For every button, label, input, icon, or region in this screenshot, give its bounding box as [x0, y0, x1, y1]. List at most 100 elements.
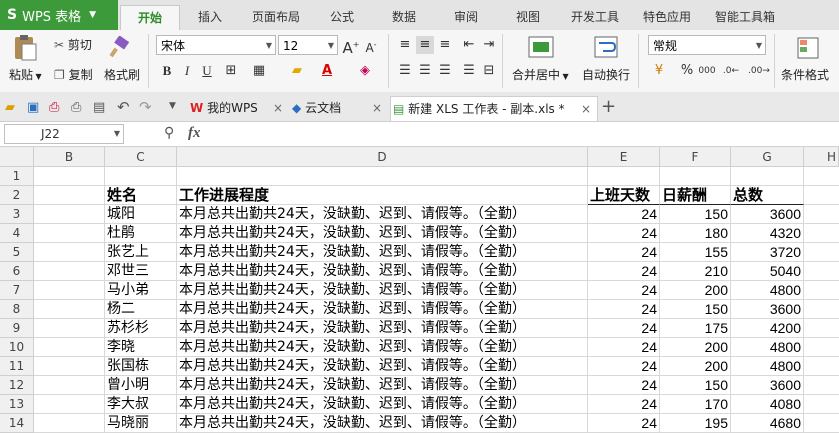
row-header[interactable]: 5	[0, 243, 34, 262]
column-header[interactable]: B	[34, 147, 105, 167]
cell[interactable]	[34, 395, 105, 414]
cell-name[interactable]: 张国栋	[105, 357, 177, 376]
header-cell-progress[interactable]: 工作进展程度	[177, 186, 588, 205]
cell-total[interactable]: 4800	[731, 338, 804, 357]
decrease-font-icon[interactable]: A-	[362, 36, 380, 55]
cell-total[interactable]: 3600	[731, 376, 804, 395]
row-header[interactable]: 12	[0, 376, 34, 395]
font-name-select[interactable]: 宋体 ▼	[156, 35, 276, 55]
cell[interactable]	[804, 281, 839, 300]
cell[interactable]	[34, 376, 105, 395]
tab-home[interactable]: 开始	[120, 5, 180, 31]
cell[interactable]	[804, 300, 839, 319]
wrap-text-icon[interactable]	[594, 36, 620, 60]
font-size-select[interactable]: 12 ▼	[278, 35, 338, 55]
tab-insert[interactable]: 插入	[186, 5, 234, 30]
print-icon[interactable]: ⎙	[71, 100, 81, 115]
tab-page-layout[interactable]: 页面布局	[240, 5, 312, 30]
name-box[interactable]: J22 ▼	[4, 124, 124, 144]
tab-data[interactable]: 数据	[380, 5, 428, 30]
new-tab-button[interactable]: +	[601, 96, 616, 117]
cell[interactable]	[731, 167, 804, 186]
cell-name[interactable]: 马小弟	[105, 281, 177, 300]
cell-total[interactable]: 4800	[731, 357, 804, 376]
merge-cells-icon[interactable]	[528, 36, 554, 60]
column-header[interactable]: D	[177, 147, 588, 167]
cell[interactable]	[34, 319, 105, 338]
cell-days[interactable]: 24	[588, 281, 660, 300]
align-bottom-icon[interactable]: ≡	[436, 36, 454, 54]
cell-total[interactable]: 4200	[731, 319, 804, 338]
cell-style-icon[interactable]: ▦	[250, 62, 268, 80]
font-color-icon[interactable]: A	[318, 62, 336, 80]
indent-decrease-icon[interactable]: ⇤	[460, 36, 478, 54]
app-menu-button[interactable]: S WPS 表格 ▼	[0, 0, 118, 30]
cell-days[interactable]: 24	[588, 262, 660, 281]
column-header[interactable]: H	[804, 147, 839, 167]
redo-icon[interactable]: ↷	[139, 98, 152, 116]
merge-center-button[interactable]: 合并居中 ▼	[512, 66, 569, 83]
cell-name[interactable]: 李大叔	[105, 395, 177, 414]
align-right-icon[interactable]: ☰	[436, 62, 454, 80]
doc-tab-active-workbook[interactable]: ▤ 新建 XLS 工作表 - 副本.xls * ×	[390, 96, 598, 121]
close-icon[interactable]: ×	[372, 96, 382, 120]
cell[interactable]	[34, 186, 105, 205]
cell[interactable]	[34, 205, 105, 224]
cell[interactable]	[177, 167, 588, 186]
align-middle-icon[interactable]: ≡	[416, 36, 434, 54]
cell[interactable]	[804, 338, 839, 357]
cell[interactable]	[804, 376, 839, 395]
align-left-icon[interactable]: ☰	[396, 62, 414, 80]
tab-formulas[interactable]: 公式	[318, 5, 366, 30]
cell-wage[interactable]: 200	[660, 357, 731, 376]
cell-progress[interactable]: 本月总共出勤共24天，没缺勤、迟到、请假等。（全勤）	[177, 319, 588, 338]
row-header[interactable]: 11	[0, 357, 34, 376]
cell-progress[interactable]: 本月总共出勤共24天，没缺勤、迟到、请假等。（全勤）	[177, 338, 588, 357]
cell[interactable]	[34, 243, 105, 262]
cell-wage[interactable]: 210	[660, 262, 731, 281]
close-icon[interactable]: ×	[273, 96, 283, 120]
cell-days[interactable]: 24	[588, 300, 660, 319]
cell-total[interactable]: 3720	[731, 243, 804, 262]
row-header[interactable]: 9	[0, 319, 34, 338]
row-header[interactable]: 2	[0, 186, 34, 205]
cell-progress[interactable]: 本月总共出勤共24天，没缺勤、迟到、请假等。（全勤）	[177, 414, 588, 433]
indent-increase-icon[interactable]: ⇥	[480, 36, 498, 54]
cell[interactable]	[34, 357, 105, 376]
row-header[interactable]: 3	[0, 205, 34, 224]
save-icon[interactable]: ▣	[27, 100, 39, 115]
cell[interactable]	[804, 205, 839, 224]
copy-button[interactable]: ❐ 复制	[54, 66, 93, 83]
align-center-icon[interactable]: ☰	[416, 62, 434, 80]
cell[interactable]	[34, 338, 105, 357]
fx-button[interactable]: fx	[188, 125, 201, 142]
cell-wage[interactable]: 150	[660, 376, 731, 395]
cell-name[interactable]: 杜鹃	[105, 224, 177, 243]
cell-progress[interactable]: 本月总共出勤共24天，没缺勤、迟到、请假等。（全勤）	[177, 376, 588, 395]
cell-days[interactable]: 24	[588, 395, 660, 414]
open-folder-icon[interactable]: ▰	[5, 100, 15, 115]
bold-button[interactable]: B	[158, 62, 176, 80]
cell-days[interactable]: 24	[588, 338, 660, 357]
quick-access-dropdown-icon[interactable]: ▼	[169, 101, 176, 111]
cell-wage[interactable]: 150	[660, 300, 731, 319]
cell-days[interactable]: 24	[588, 319, 660, 338]
close-icon[interactable]: ×	[581, 97, 591, 121]
cell[interactable]	[105, 167, 177, 186]
tab-smart-toolbox[interactable]: 智能工具箱	[706, 5, 784, 30]
cell-progress[interactable]: 本月总共出勤共24天，没缺勤、迟到、请假等。（全勤）	[177, 357, 588, 376]
undo-icon[interactable]: ↶	[117, 98, 130, 116]
underline-button[interactable]: U	[198, 62, 216, 80]
cell-progress[interactable]: 本月总共出勤共24天，没缺勤、迟到、请假等。（全勤）	[177, 395, 588, 414]
clear-format-icon[interactable]: ◈	[356, 62, 374, 80]
cell[interactable]	[804, 262, 839, 281]
cell-progress[interactable]: 本月总共出勤共24天，没缺勤、迟到、请假等。（全勤）	[177, 300, 588, 319]
thousands-button[interactable]: 000	[698, 62, 716, 80]
cell[interactable]	[804, 357, 839, 376]
cell-progress[interactable]: 本月总共出勤共24天，没缺勤、迟到、请假等。（全勤）	[177, 243, 588, 262]
formula-input[interactable]	[224, 124, 834, 144]
conditional-format-button[interactable]: 条件格式	[781, 66, 829, 83]
cell-name[interactable]: 曾小明	[105, 376, 177, 395]
cell-total[interactable]: 3600	[731, 205, 804, 224]
cell[interactable]	[804, 414, 839, 433]
